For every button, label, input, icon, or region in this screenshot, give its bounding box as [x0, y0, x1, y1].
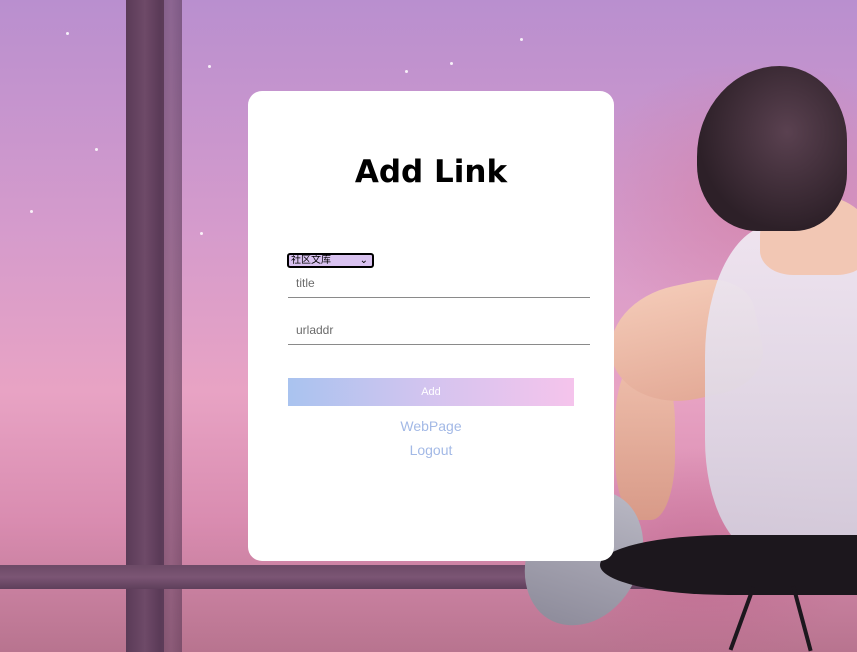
star-dot: [95, 148, 98, 151]
star-dot: [405, 70, 408, 73]
girl-hair: [697, 66, 847, 231]
add-button[interactable]: Add: [288, 378, 574, 406]
window-frame-post-shade: [160, 0, 182, 652]
chair-leg: [728, 586, 756, 651]
star-dot: [200, 232, 203, 235]
chair-leg: [791, 585, 813, 652]
page-title: Add Link: [354, 154, 508, 190]
category-select[interactable]: 社区文库 ⌄: [287, 253, 374, 268]
title-input[interactable]: [288, 268, 590, 298]
star-dot: [450, 62, 453, 65]
chair-seat: [600, 535, 857, 595]
logout-link[interactable]: Logout: [248, 442, 614, 458]
star-dot: [208, 65, 211, 68]
star-dot: [66, 32, 69, 35]
star-dot: [520, 38, 523, 41]
star-dot: [30, 210, 33, 213]
chevron-down-icon: ⌄: [359, 255, 368, 266]
category-select-value: 社区文库: [291, 255, 331, 266]
webpage-link[interactable]: WebPage: [248, 418, 614, 434]
url-input[interactable]: [288, 315, 590, 345]
window-frame-post: [126, 0, 164, 652]
